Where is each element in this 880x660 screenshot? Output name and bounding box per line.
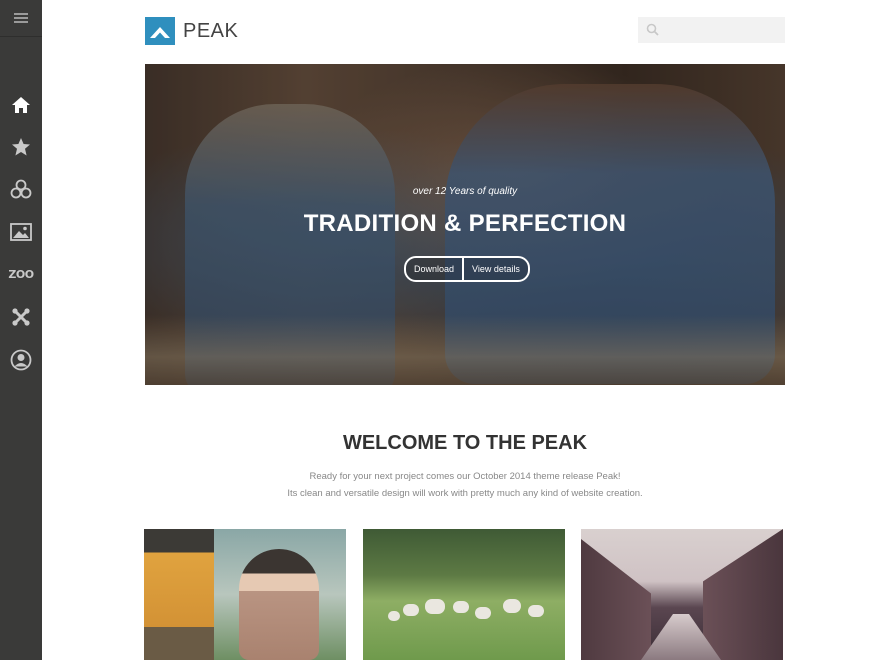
zoo-icon: ZOO (8, 267, 34, 281)
thumbnail-sheep-field[interactable] (363, 529, 565, 660)
logo-text: PEAK (183, 19, 239, 42)
welcome-heading: WELCOME TO THE PEAK (342, 432, 588, 454)
sidebar-item-modules[interactable] (0, 171, 42, 207)
sidebar-item-zoo[interactable]: ZOO (0, 256, 42, 292)
site-logo[interactable]: PEAK (145, 17, 238, 45)
search-input[interactable] (661, 22, 785, 38)
hero-title: TRADITION & PERFECTION (303, 210, 627, 237)
sidebar-item-user[interactable] (0, 342, 42, 378)
circles-icon (10, 179, 32, 199)
home-icon (12, 97, 30, 113)
menu-button[interactable] (0, 0, 42, 37)
menu-icon (14, 13, 28, 23)
search-box[interactable] (638, 17, 785, 43)
hero-banner: over 12 Years of quality TRADITION & PER… (145, 64, 785, 385)
thumbnail-canal-city[interactable] (581, 529, 783, 660)
welcome-line-1: Ready for your next project comes our Oc… (309, 471, 621, 482)
welcome-line-2: Its clean and versatile design will work… (287, 488, 643, 499)
hero-caption: over 12 Years of quality (412, 186, 518, 197)
sidebar: ZOO (0, 0, 42, 660)
user-icon (10, 349, 32, 371)
welcome-text: Ready for your next project comes our Oc… (145, 468, 785, 502)
thumbnail-tram-woman[interactable] (144, 529, 346, 660)
sidebar-item-joomla[interactable] (0, 299, 42, 335)
sidebar-item-home[interactable] (0, 87, 42, 123)
hero-button-group: Download View details (404, 256, 530, 282)
view-details-button[interactable]: View details (462, 258, 528, 280)
star-icon (12, 138, 30, 156)
sidebar-item-media[interactable] (0, 214, 42, 250)
sidebar-item-favorites[interactable] (0, 129, 42, 165)
download-button[interactable]: Download (406, 258, 463, 280)
image-icon (10, 223, 32, 241)
logo-mountain-icon (145, 17, 175, 45)
search-icon (646, 23, 659, 36)
joomla-icon (12, 308, 30, 326)
